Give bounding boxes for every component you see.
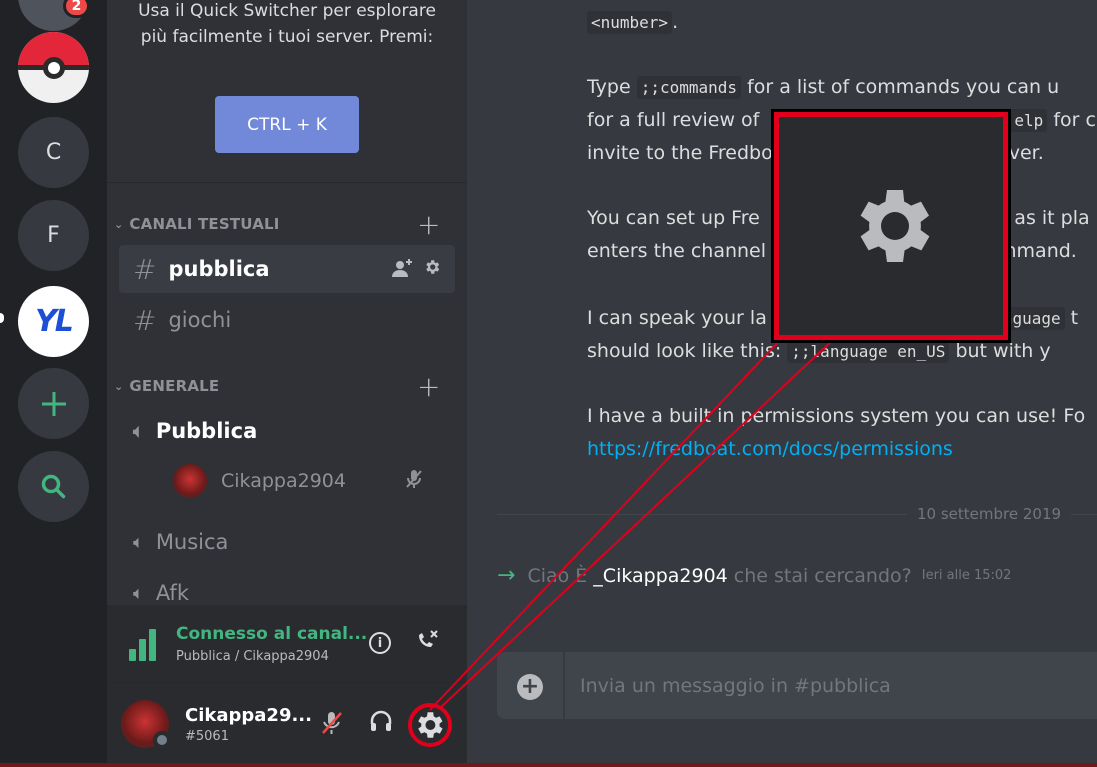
zoom-callout (774, 112, 1008, 340)
bottom-border (0, 763, 1097, 767)
gear-icon (860, 190, 930, 262)
discord-window: { "rail": { "badge": "2", "server_c": "C… (0, 0, 1097, 767)
